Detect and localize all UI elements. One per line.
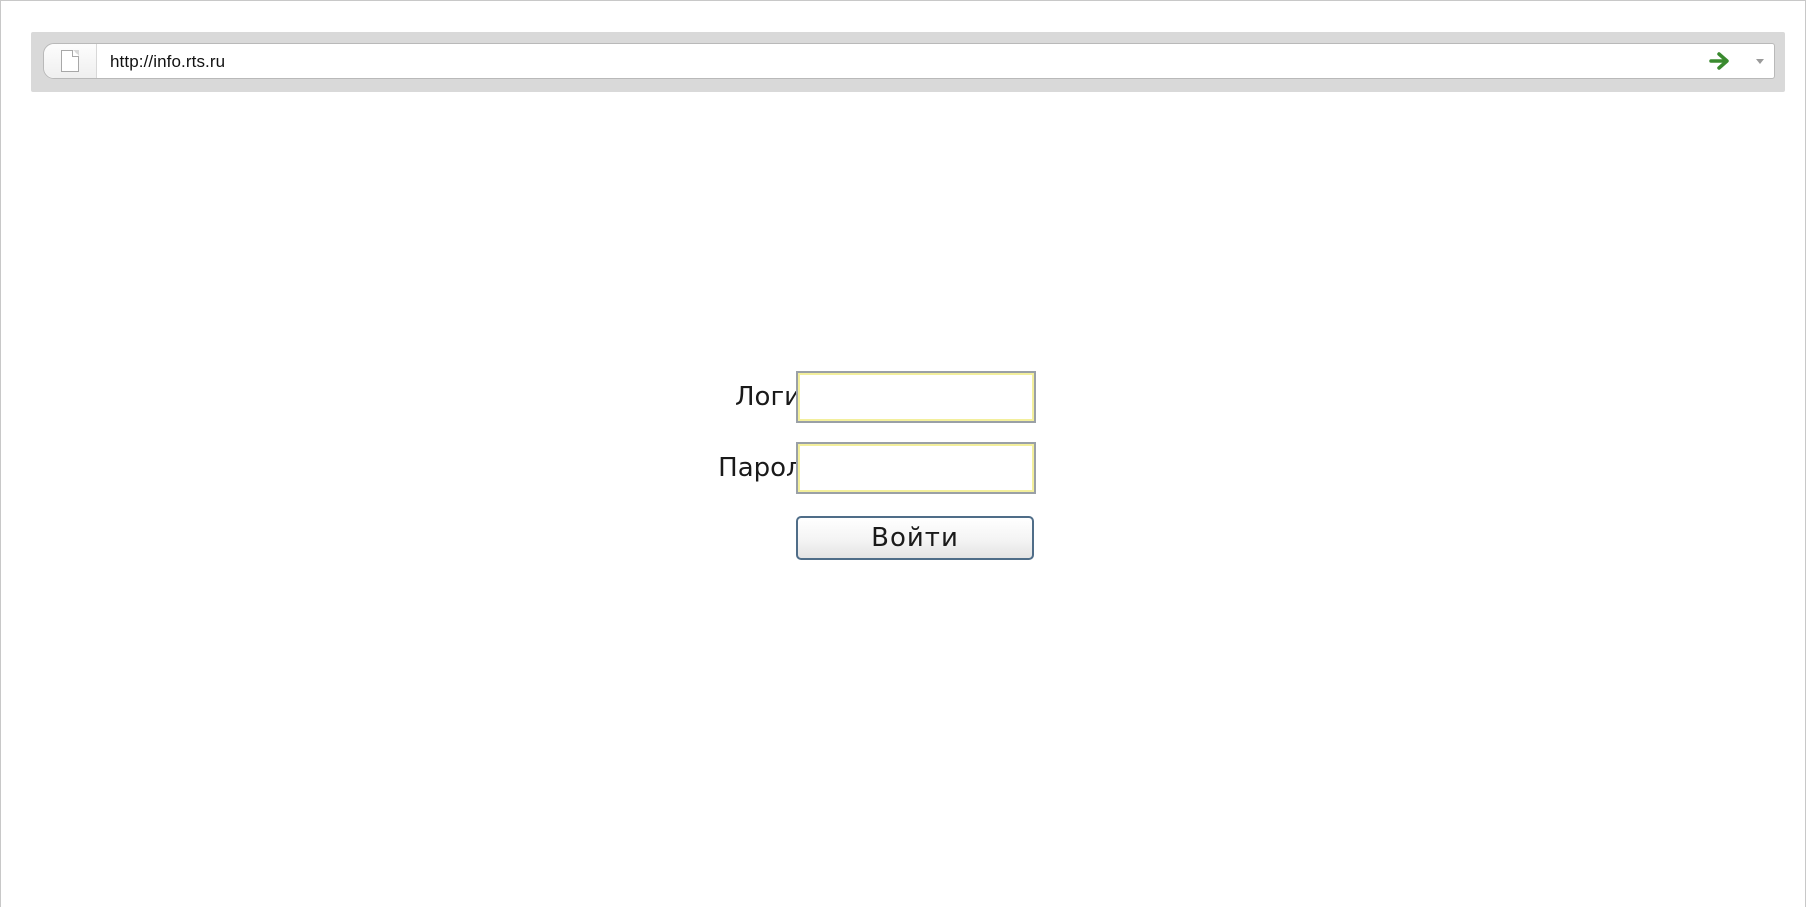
submit-row: Войти: [641, 514, 1041, 568]
address-bar-container: http://info.rts.ru: [31, 32, 1785, 92]
password-input[interactable]: [796, 442, 1036, 494]
url-text[interactable]: http://info.rts.ru: [110, 52, 225, 72]
browser-window: http://info.rts.ru Логин Пароль Войти: [0, 0, 1806, 907]
password-row: Пароль: [641, 440, 1041, 494]
chevron-down-icon[interactable]: [1756, 59, 1764, 64]
page-icon: [61, 50, 79, 72]
login-input[interactable]: [796, 371, 1036, 423]
site-identity-button[interactable]: [44, 44, 97, 78]
login-row: Логин: [641, 369, 1041, 423]
login-form: Логин Пароль Войти: [641, 369, 1041, 569]
address-bar[interactable]: http://info.rts.ru: [43, 43, 1775, 79]
green-arrow-right-icon[interactable]: [1708, 49, 1732, 73]
login-submit-button[interactable]: Войти: [796, 516, 1034, 560]
